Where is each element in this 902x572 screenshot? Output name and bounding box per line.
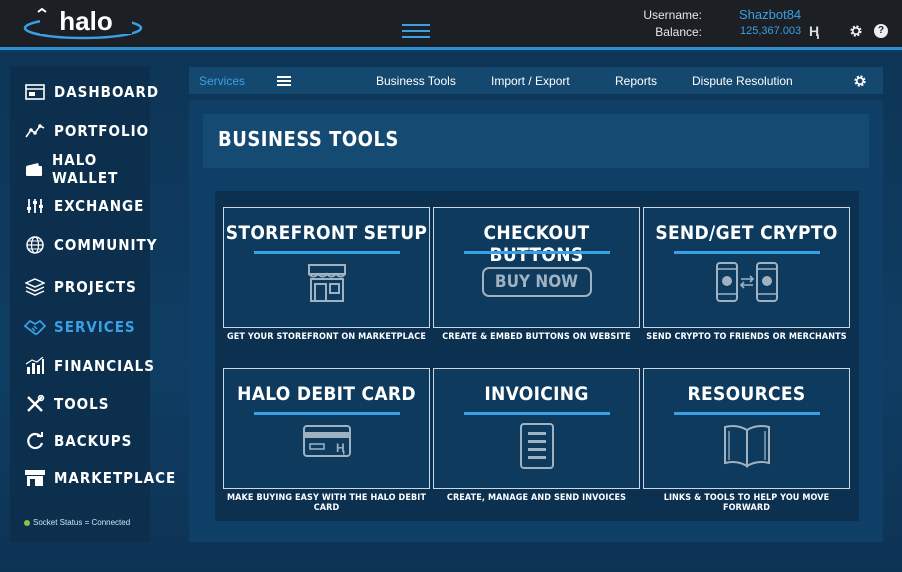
sub-nav: Services Business Tools Import / Export …	[189, 67, 883, 94]
top-bar: halo Username: Balance: Shazbot84 125,36…	[0, 0, 902, 50]
sidebar-item-label: HALO WALLET	[52, 151, 119, 187]
balance-label: Balance:	[655, 25, 702, 39]
tab-import-export[interactable]: Import / Export	[491, 74, 570, 88]
subnav-menu-icon[interactable]	[277, 76, 291, 86]
tile-title: CHECKOUT BUTTONS	[483, 222, 590, 266]
sidebar-item-label: SERVICES	[54, 318, 136, 336]
balance-value: 125,367.003	[740, 25, 802, 37]
tile-underline	[674, 412, 820, 415]
sidebar-item-label: FINANCIALS	[54, 357, 155, 375]
wallet-icon	[24, 160, 44, 178]
tile-caption: LINKS & TOOLS TO HELP YOU MOVE FORWARD	[663, 493, 830, 513]
main-panel: BUSINESS TOOLS STOREFRONT SETUP GET YOUR…	[189, 100, 883, 542]
subnav-settings-gear-icon[interactable]	[853, 74, 867, 88]
tile-underline	[254, 251, 400, 254]
sidebar-item-tools[interactable]: TOOLS	[24, 393, 109, 415]
svg-text:Ⱨ: Ⱨ	[336, 441, 345, 455]
page-title: BUSINESS TOOLS	[218, 127, 399, 151]
invoice-icon	[434, 422, 639, 470]
sidebar-item-label: PROJECTS	[54, 278, 137, 296]
sidebar-item-label: BACKUPS	[54, 432, 133, 450]
tile-resources[interactable]: RESOURCES	[643, 368, 850, 489]
sidebar-item-label: COMMUNITY	[54, 236, 158, 254]
halo-logo[interactable]: halo	[22, 6, 144, 40]
sidebar-item-services[interactable]: SERVICES	[24, 316, 136, 338]
logo-text: halo	[59, 6, 112, 36]
tab-business-tools[interactable]: Business Tools	[376, 74, 456, 88]
tile-title: STOREFRONT SETUP	[225, 222, 428, 244]
debit-card-icon: Ⱨ	[224, 422, 429, 458]
settings-gear-icon[interactable]	[849, 24, 863, 38]
sidebar-item-label: DASHBOARD	[54, 83, 160, 101]
sidebar-item-label: MARKETPLACE	[54, 469, 177, 487]
handshake-icon	[24, 318, 46, 336]
sidebar-item-financials[interactable]: FINANCIALS	[24, 355, 155, 377]
tile-title: HALO DEBIT CARD	[237, 383, 416, 405]
window-icon	[24, 83, 46, 101]
sidebar-item-label: EXCHANGE	[54, 197, 145, 215]
book-icon	[644, 422, 849, 468]
sidebar-item-label: PORTFOLIO	[54, 122, 150, 140]
tile-caption: CREATE & EMBED BUTTONS ON WEBSITE	[442, 332, 631, 342]
halo-currency-icon: Ⱨ	[809, 23, 820, 39]
sidebar-item-projects[interactable]: PROJECTS	[24, 276, 137, 298]
tile-title: SEND/GET CRYPTO	[655, 222, 838, 244]
tile-halo-debit-card[interactable]: HALO DEBIT CARD Ⱨ	[223, 368, 430, 489]
tile-caption: CREATE, MANAGE AND SEND INVOICES	[446, 493, 627, 503]
tools-icon	[24, 395, 46, 413]
socket-status-text: Socket Status = Connected	[33, 518, 131, 527]
sidebar-item-label: TOOLS	[54, 395, 110, 413]
tile-caption: MAKE BUYING EASY WITH THE HALO DEBIT CAR…	[227, 493, 426, 513]
buy-now-button[interactable]: BUY NOW	[481, 267, 592, 297]
tile-underline	[464, 412, 610, 415]
phones-transfer-icon	[644, 261, 849, 305]
tab-reports[interactable]: Reports	[615, 74, 657, 88]
bar-chart-icon	[24, 357, 46, 375]
tab-dispute-resolution[interactable]: Dispute Resolution	[692, 74, 793, 88]
tile-invoicing[interactable]: INVOICING	[433, 368, 640, 489]
line-graph-icon	[24, 122, 46, 140]
sidebar-item-portfolio[interactable]: PORTFOLIO	[24, 120, 149, 142]
username-label: Username:	[643, 8, 702, 22]
tile-send-get-crypto[interactable]: SEND/GET CRYPTO	[643, 207, 850, 328]
socket-status: Socket Status = Connected	[24, 518, 130, 527]
main-menu-toggle[interactable]	[402, 24, 430, 40]
sidebar: DASHBOARD PORTFOLIO HALO WALLET EXCHANGE…	[10, 66, 175, 542]
tile-title: RESOURCES	[687, 383, 806, 405]
help-icon[interactable]: ?	[874, 24, 888, 38]
tools-grid: STOREFRONT SETUP GET YOUR STOREFRONT ON …	[215, 191, 859, 521]
sidebar-item-marketplace[interactable]: MARKETPLACE	[24, 467, 176, 489]
sidebar-item-exchange[interactable]: EXCHANGE	[24, 195, 144, 217]
status-dot-icon	[24, 519, 30, 526]
username-value[interactable]: Shazbot84	[739, 7, 801, 22]
refresh-icon	[24, 432, 46, 450]
tile-underline	[464, 251, 610, 254]
subnav-current-section[interactable]: Services	[199, 74, 245, 88]
sliders-icon	[24, 197, 46, 215]
storefront-icon	[224, 261, 429, 305]
tile-caption: GET YOUR STOREFRONT ON MARKETPLACE	[227, 332, 426, 342]
layers-icon	[24, 278, 46, 296]
tile-underline	[674, 251, 820, 254]
buy-now-button-preview: BUY NOW	[434, 261, 639, 297]
sidebar-item-dashboard[interactable]: DASHBOARD	[24, 81, 159, 103]
store-icon	[24, 469, 46, 487]
tile-caption: SEND CRYPTO TO FRIENDS OR MERCHANTS	[646, 332, 847, 342]
tile-storefront-setup[interactable]: STOREFRONT SETUP	[223, 207, 430, 328]
tile-underline	[254, 412, 400, 415]
tile-checkout-buttons[interactable]: CHECKOUT BUTTONS BUY NOW	[433, 207, 640, 328]
globe-icon	[24, 236, 46, 254]
sidebar-item-halo-wallet[interactable]: HALO WALLET	[24, 151, 150, 187]
sidebar-item-backups[interactable]: BACKUPS	[24, 430, 132, 452]
sidebar-item-community[interactable]: COMMUNITY	[24, 234, 157, 256]
tile-title: INVOICING	[484, 383, 589, 405]
